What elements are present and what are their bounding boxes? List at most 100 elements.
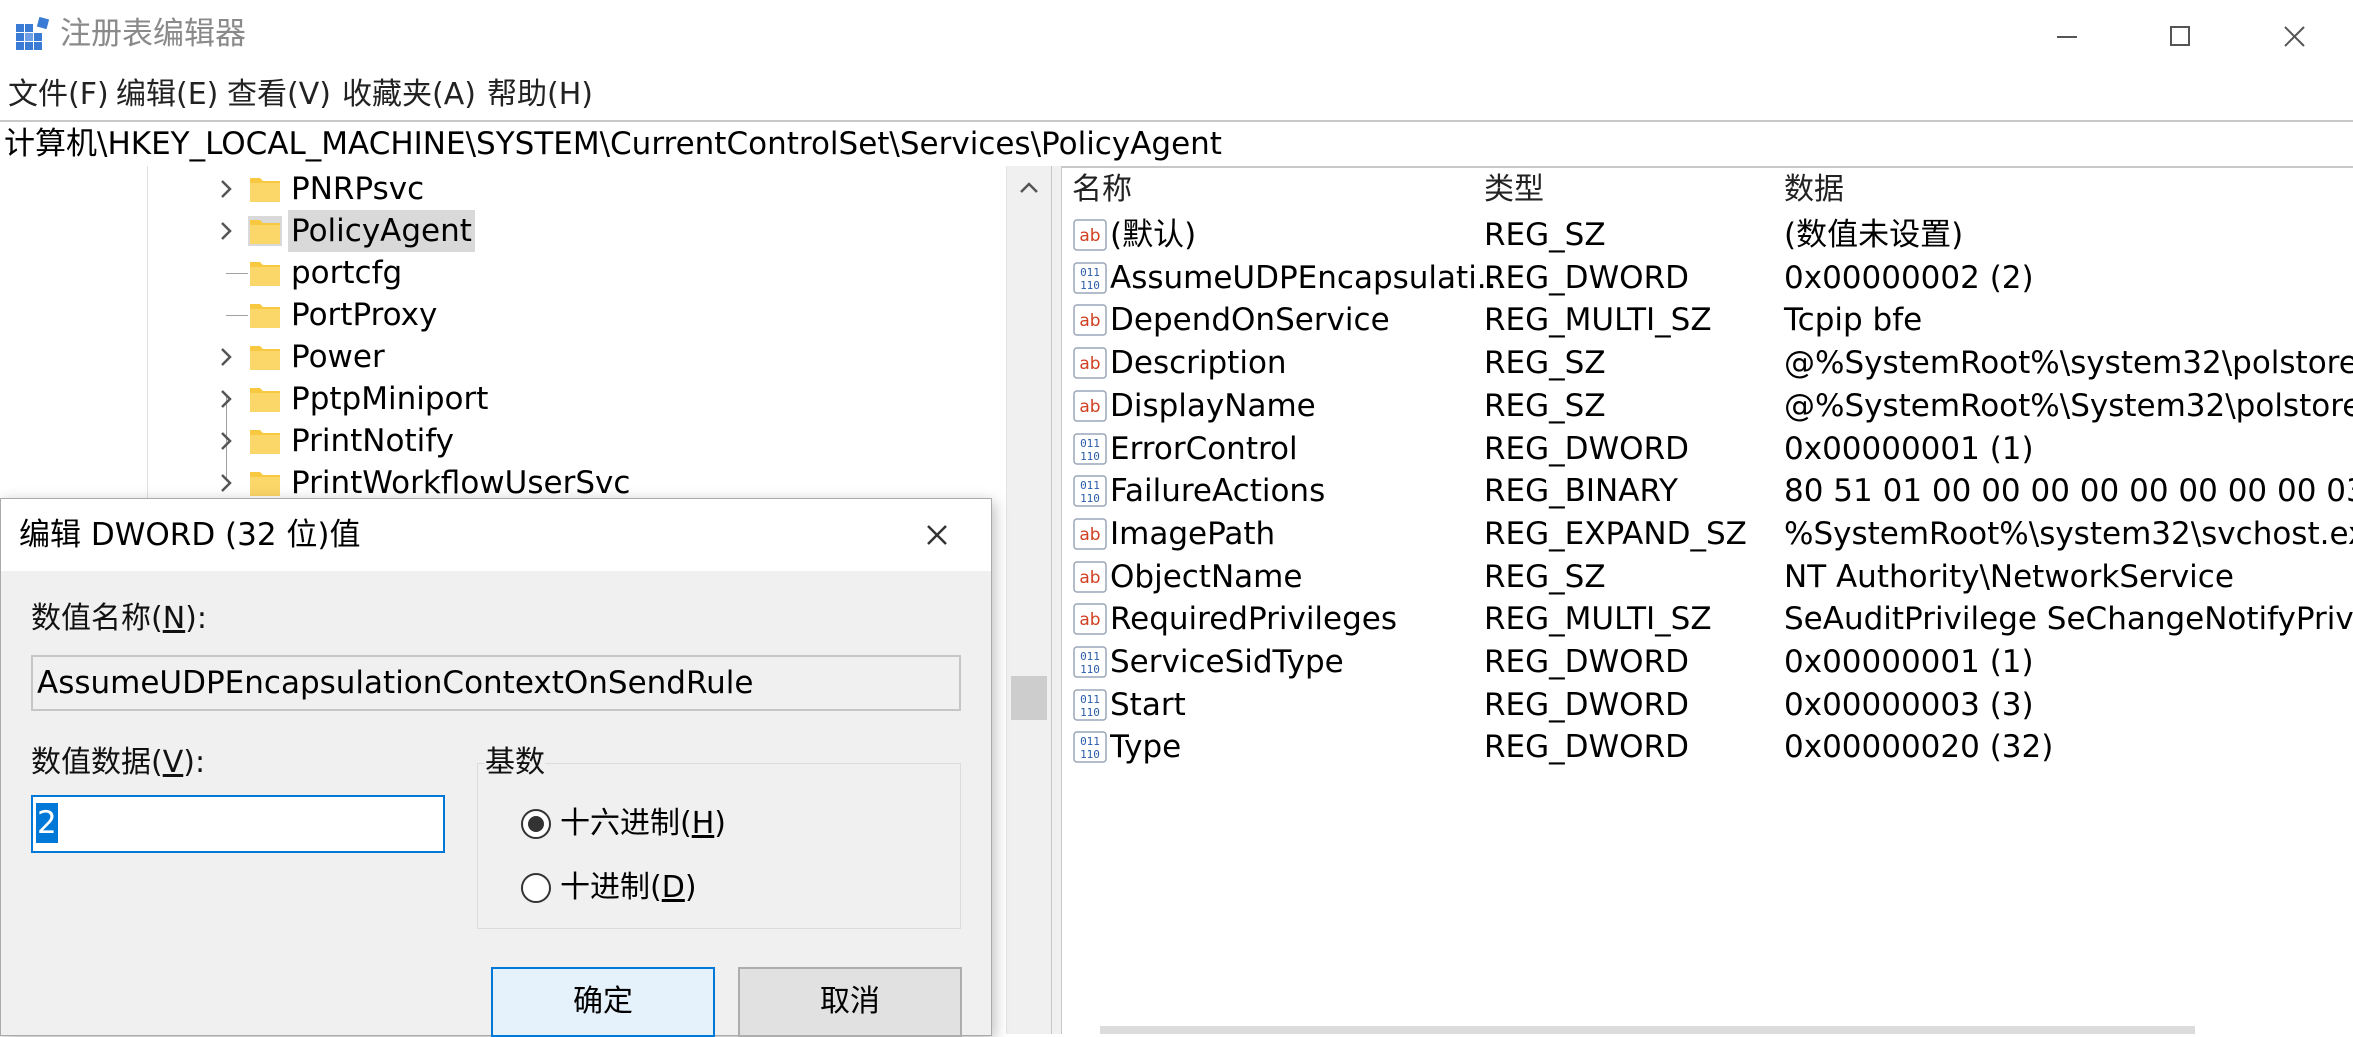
tree-item-portcfg[interactable]: portcfg xyxy=(0,252,980,294)
tree-item-label: PortProxy xyxy=(291,297,438,333)
value-row[interactable]: 011 110 Type REG_DWORD 0x00000020 (32) xyxy=(1062,726,2353,769)
svg-text:110: 110 xyxy=(1080,748,1100,761)
chevron-right-icon[interactable] xyxy=(214,219,238,243)
cancel-button[interactable]: 取消 xyxy=(738,967,962,1037)
folder-icon xyxy=(250,178,280,202)
minimize-button[interactable] xyxy=(2010,4,2120,68)
svg-text:011: 011 xyxy=(1080,693,1100,706)
radio-unchecked-icon[interactable] xyxy=(520,872,552,904)
tree-item-portproxy[interactable]: PortProxy xyxy=(0,294,980,336)
value-type: REG_DWORD xyxy=(1484,430,1689,467)
tree-connector xyxy=(226,315,248,316)
menu-view[interactable]: 查看(V) xyxy=(227,72,331,118)
folder-icon xyxy=(250,304,280,328)
value-row[interactable]: 011 110 Start REG_DWORD 0x00000003 (3) xyxy=(1062,684,2353,727)
menu-favorites[interactable]: 收藏夹(A) xyxy=(342,72,476,118)
list-horizontal-scrollbar[interactable] xyxy=(1100,1026,2195,1034)
value-row[interactable]: ab DisplayName REG_SZ @%SystemRoot%\System3… xyxy=(1062,385,2353,428)
svg-text:ab: ab xyxy=(1079,397,1100,417)
menu-edit[interactable]: 编辑(E) xyxy=(116,72,218,118)
value-row[interactable]: ab (默认) REG_SZ (数值未设置) xyxy=(1062,214,2353,257)
address-bar[interactable]: 计算机\HKEY_LOCAL_MACHINE\SYSTEM\CurrentCon… xyxy=(0,120,2353,168)
folder-icon xyxy=(250,388,280,412)
tree-item-pnrpsvc[interactable]: PNRPsvc xyxy=(0,168,980,210)
value-type: REG_BINARY xyxy=(1484,473,1678,510)
radio-checked-icon[interactable] xyxy=(520,808,552,840)
scrollbar-thumb[interactable] xyxy=(1011,676,1047,720)
svg-text:ab: ab xyxy=(1079,525,1100,545)
value-row[interactable]: 011 110 AssumeUDPEncapsulati... REG_DWORD 0x… xyxy=(1062,257,2353,300)
string-value-icon: ab xyxy=(1073,390,1107,422)
folder-icon xyxy=(250,430,280,454)
value-row[interactable]: ab ImagePath REG_EXPAND_SZ %SystemRoot%\sys… xyxy=(1062,513,2353,556)
binary-value-icon: 011110 xyxy=(1073,688,1107,721)
svg-text:011: 011 xyxy=(1080,735,1100,748)
tree-scrollbar[interactable] xyxy=(1006,166,1051,1034)
close-button[interactable] xyxy=(2238,4,2348,68)
chevron-right-icon[interactable] xyxy=(214,177,238,201)
tree-connector xyxy=(226,273,248,274)
value-data-input[interactable]: 2 xyxy=(31,795,445,853)
svg-text:ab: ab xyxy=(1079,226,1100,246)
value-data: %SystemRoot%\system32\svchost.exe - xyxy=(1784,515,2353,552)
svg-text:ab: ab xyxy=(1079,311,1100,331)
tree-item-pptpminiport[interactable]: PptpMiniport xyxy=(0,378,980,420)
value-row[interactable]: ab RequiredPrivileges REG_MULTI_SZ SeAuditP… xyxy=(1062,598,2353,641)
value-data: Tcpip bfe xyxy=(1784,302,1923,339)
pane-splitter[interactable] xyxy=(1051,166,1062,1034)
tree-item-label: portcfg xyxy=(291,255,403,291)
value-type: REG_SZ xyxy=(1484,217,1606,253)
value-row[interactable]: 011 110 FailureActions REG_BINARY 80 51 01 0… xyxy=(1062,470,2353,513)
value-row[interactable]: ab ObjectName REG_SZ NT Authority\NetworkSe… xyxy=(1062,556,2353,599)
value-data: 0x00000020 (32) xyxy=(1784,729,2054,766)
value-name: DependOnService xyxy=(1110,302,1390,339)
title-bar: 注册表编辑器 xyxy=(0,0,2353,68)
menu-file[interactable]: 文件(F) xyxy=(8,72,109,118)
value-row[interactable]: ab DependOnService REG_MULTI_SZ Tcpip bfe xyxy=(1062,299,2353,342)
tree-item-power[interactable]: Power xyxy=(0,336,980,378)
tree-item-label: PrintNotify xyxy=(291,423,454,459)
ok-button[interactable]: 确定 xyxy=(491,967,715,1037)
value-name: Description xyxy=(1110,345,1287,382)
value-name-label: 数值名称(N): xyxy=(31,601,207,636)
chevron-right-icon[interactable] xyxy=(214,471,238,495)
chevron-right-icon[interactable] xyxy=(214,429,238,453)
string-value-icon: ab xyxy=(1073,304,1107,337)
value-data: 0x00000001 (1) xyxy=(1784,430,2034,467)
svg-text:110: 110 xyxy=(1080,706,1100,719)
column-header-data[interactable]: 数据 xyxy=(1784,170,1844,210)
dialog-close-button[interactable] xyxy=(913,511,961,559)
close-icon xyxy=(927,525,947,545)
string-value-icon: ab xyxy=(1073,518,1107,550)
chevron-up-icon[interactable] xyxy=(1015,174,1043,202)
radio-decimal-label: 十进制(D) xyxy=(560,870,697,905)
value-name: RequiredPrivileges xyxy=(1110,601,1398,638)
value-row[interactable]: 011 110 ErrorControl REG_DWORD 0x00000001 (1… xyxy=(1062,428,2353,471)
value-name-field: AssumeUDPEncapsulationContextOnSendRule xyxy=(31,655,961,711)
value-type: REG_SZ xyxy=(1484,558,1606,595)
chevron-right-icon[interactable] xyxy=(214,387,238,411)
menu-help[interactable]: 帮助(H) xyxy=(487,72,593,118)
chevron-right-icon[interactable] xyxy=(214,345,238,369)
value-type: REG_SZ xyxy=(1484,345,1606,382)
binary-value-icon: 011110 xyxy=(1073,475,1107,507)
value-data: SeAuditPrivilege SeChangeNotifyPrivileg xyxy=(1784,601,2353,638)
value-row[interactable]: ab Description REG_SZ @%SystemRoot%\system3… xyxy=(1062,342,2353,385)
maximize-icon xyxy=(2170,26,2190,46)
column-header-type[interactable]: 类型 xyxy=(1484,170,1544,210)
value-type: REG_EXPAND_SZ xyxy=(1484,515,1747,552)
tree-item-label: PNRPsvc xyxy=(291,171,425,207)
binary-value-icon: 011110 xyxy=(1073,432,1107,465)
string-value-icon: ab xyxy=(1073,219,1107,251)
maximize-button[interactable] xyxy=(2124,4,2234,68)
tree-item-policyagent[interactable]: PolicyAgent xyxy=(0,210,980,252)
tree-item-printnotify[interactable]: PrintNotify xyxy=(0,420,980,462)
folder-icon xyxy=(250,346,280,370)
folder-icon xyxy=(248,216,282,246)
address-path[interactable]: 计算机\HKEY_LOCAL_MACHINE\SYSTEM\CurrentCon… xyxy=(4,124,1222,164)
string-value-icon: ab xyxy=(1073,347,1107,379)
column-header-name[interactable]: 名称 xyxy=(1072,170,1132,210)
value-name: DisplayName xyxy=(1110,387,1316,424)
value-data-text[interactable]: 2 xyxy=(36,803,58,843)
value-row[interactable]: 011 110 ServiceSidType REG_DWORD 0x00000001 … xyxy=(1062,641,2353,684)
